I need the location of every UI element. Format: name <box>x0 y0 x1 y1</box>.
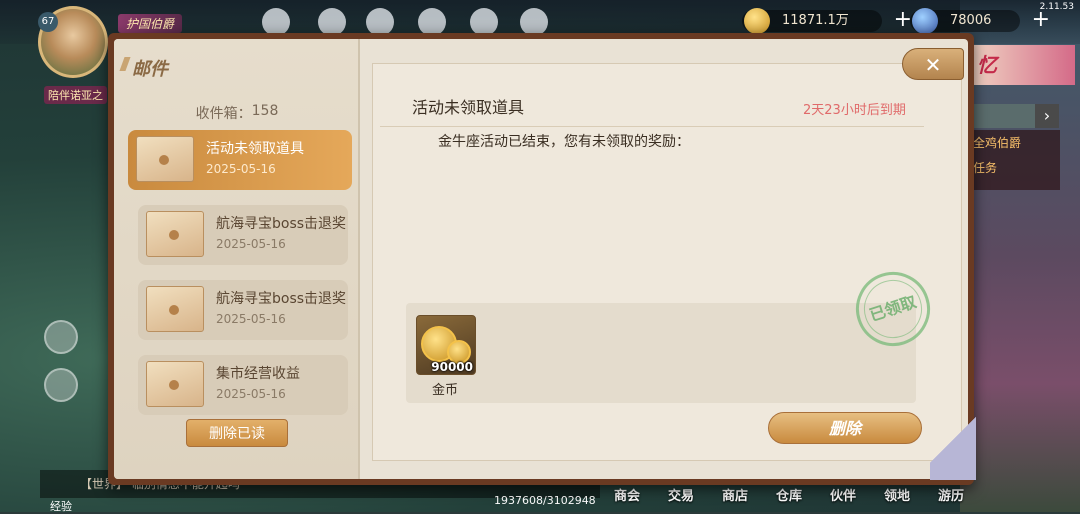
mail-date: 2025-05-16 <box>216 312 286 326</box>
mail-item[interactable]: 航海寻宝boss击退奖 2025-05-16 <box>138 205 348 265</box>
mail-title: 邮件 <box>132 55 168 81</box>
chevron-right-icon[interactable]: › <box>1035 104 1059 128</box>
nav-territory[interactable]: 领地 <box>870 482 924 512</box>
mail-item-selected[interactable]: 活动未领取道具 2025-05-16 <box>128 130 352 190</box>
ball-icon[interactable] <box>470 8 498 36</box>
ship-icon[interactable] <box>318 8 346 36</box>
tools-icon[interactable] <box>520 8 548 36</box>
quest-item: 全鸡伯爵 <box>973 136 1022 150</box>
letter-icon[interactable] <box>366 8 394 36</box>
player-name: 陪伴诺亚之 <box>44 86 107 104</box>
gold-amount: 11871.1万 <box>782 13 849 28</box>
close-button[interactable]: ✕ <box>902 48 964 80</box>
mail-date: 2025-05-16 <box>216 237 286 251</box>
mail-date: 2025-05-16 <box>206 162 276 176</box>
nav-trade[interactable]: 交易 <box>654 482 708 512</box>
inbox-label: 收件箱： <box>195 106 252 122</box>
mail-subject: 活动未领取道具 <box>206 141 304 157</box>
bottom-nav: 商会 交易 商店 仓库 伙伴 领地 游历 <box>600 482 978 512</box>
envelope-icon <box>146 286 204 332</box>
page-curl-decoration <box>930 400 976 480</box>
diamond-icon <box>912 8 938 34</box>
detail-divider <box>380 126 924 127</box>
inbox-count: 收件箱： 158 <box>114 103 360 123</box>
event-banner[interactable]: 忆 <box>965 45 1075 85</box>
mail-item[interactable]: 航海寻宝boss击退奖 2025-05-16 <box>138 280 348 340</box>
inbox-count-value: 158 <box>251 103 279 119</box>
gold-coin-icon <box>744 8 770 34</box>
nav-warehouse[interactable]: 仓库 <box>762 482 816 512</box>
mail-expire-time: 2天23小时后到期 <box>803 103 906 118</box>
diamond-resource: 78006 + <box>910 8 1050 34</box>
friends-icon[interactable] <box>44 320 78 354</box>
envelope-icon <box>146 211 204 257</box>
yin-yang-icon[interactable] <box>418 8 446 36</box>
delete-read-button[interactable]: 删除已读 <box>186 419 288 447</box>
menu-icon[interactable] <box>262 8 290 36</box>
reward-quantity: 90000 <box>431 360 473 374</box>
player-level-badge: 67 <box>38 12 58 32</box>
nav-guild[interactable]: 商会 <box>600 482 654 512</box>
quest-panel[interactable]: 全鸡伯爵 任务 <box>965 130 1060 190</box>
envelope-icon <box>136 136 194 182</box>
mail-item[interactable]: 集市经营收益 2025-05-16 <box>138 355 348 415</box>
mail-detail-title: 活动未领取道具 <box>412 98 525 117</box>
reward-name: 金币 <box>432 383 459 398</box>
mail-subject: 航海寻宝boss击退奖 <box>216 216 347 232</box>
rank-strip <box>965 104 1035 128</box>
reward-box: 90000 金币 <box>406 303 916 403</box>
mail-detail-body: 金牛座活动已结束，您有未领取的奖励： <box>438 134 690 150</box>
nav-shop[interactable]: 商店 <box>708 482 762 512</box>
mail-subject: 航海寻宝boss击退奖 <box>216 291 347 307</box>
mail-list-pane: 邮件 收件箱： 158 活动未领取道具 2025-05-16 航海寻宝boss击… <box>114 39 360 479</box>
gift-icon[interactable] <box>44 368 78 402</box>
exp-value: 1937608/3102948 <box>494 494 596 507</box>
nav-partner[interactable]: 伙伴 <box>816 482 870 512</box>
reward-item-gold[interactable]: 90000 <box>416 315 476 375</box>
close-icon: ✕ <box>924 53 942 77</box>
mail-subject: 集市经营收益 <box>216 366 300 382</box>
gold-resource: 11871.1万 + <box>742 8 912 34</box>
diamond-amount: 78006 <box>950 13 992 28</box>
add-diamond-icon[interactable]: + <box>1032 9 1050 31</box>
delete-mail-button[interactable]: 删除 <box>768 412 922 444</box>
envelope-icon <box>146 361 204 407</box>
player-title-tag: 护国伯爵 <box>118 14 183 33</box>
quest-item: 任务 <box>973 161 998 175</box>
nav-travel[interactable]: 游历 <box>924 482 978 512</box>
mail-date: 2025-05-16 <box>216 387 286 401</box>
